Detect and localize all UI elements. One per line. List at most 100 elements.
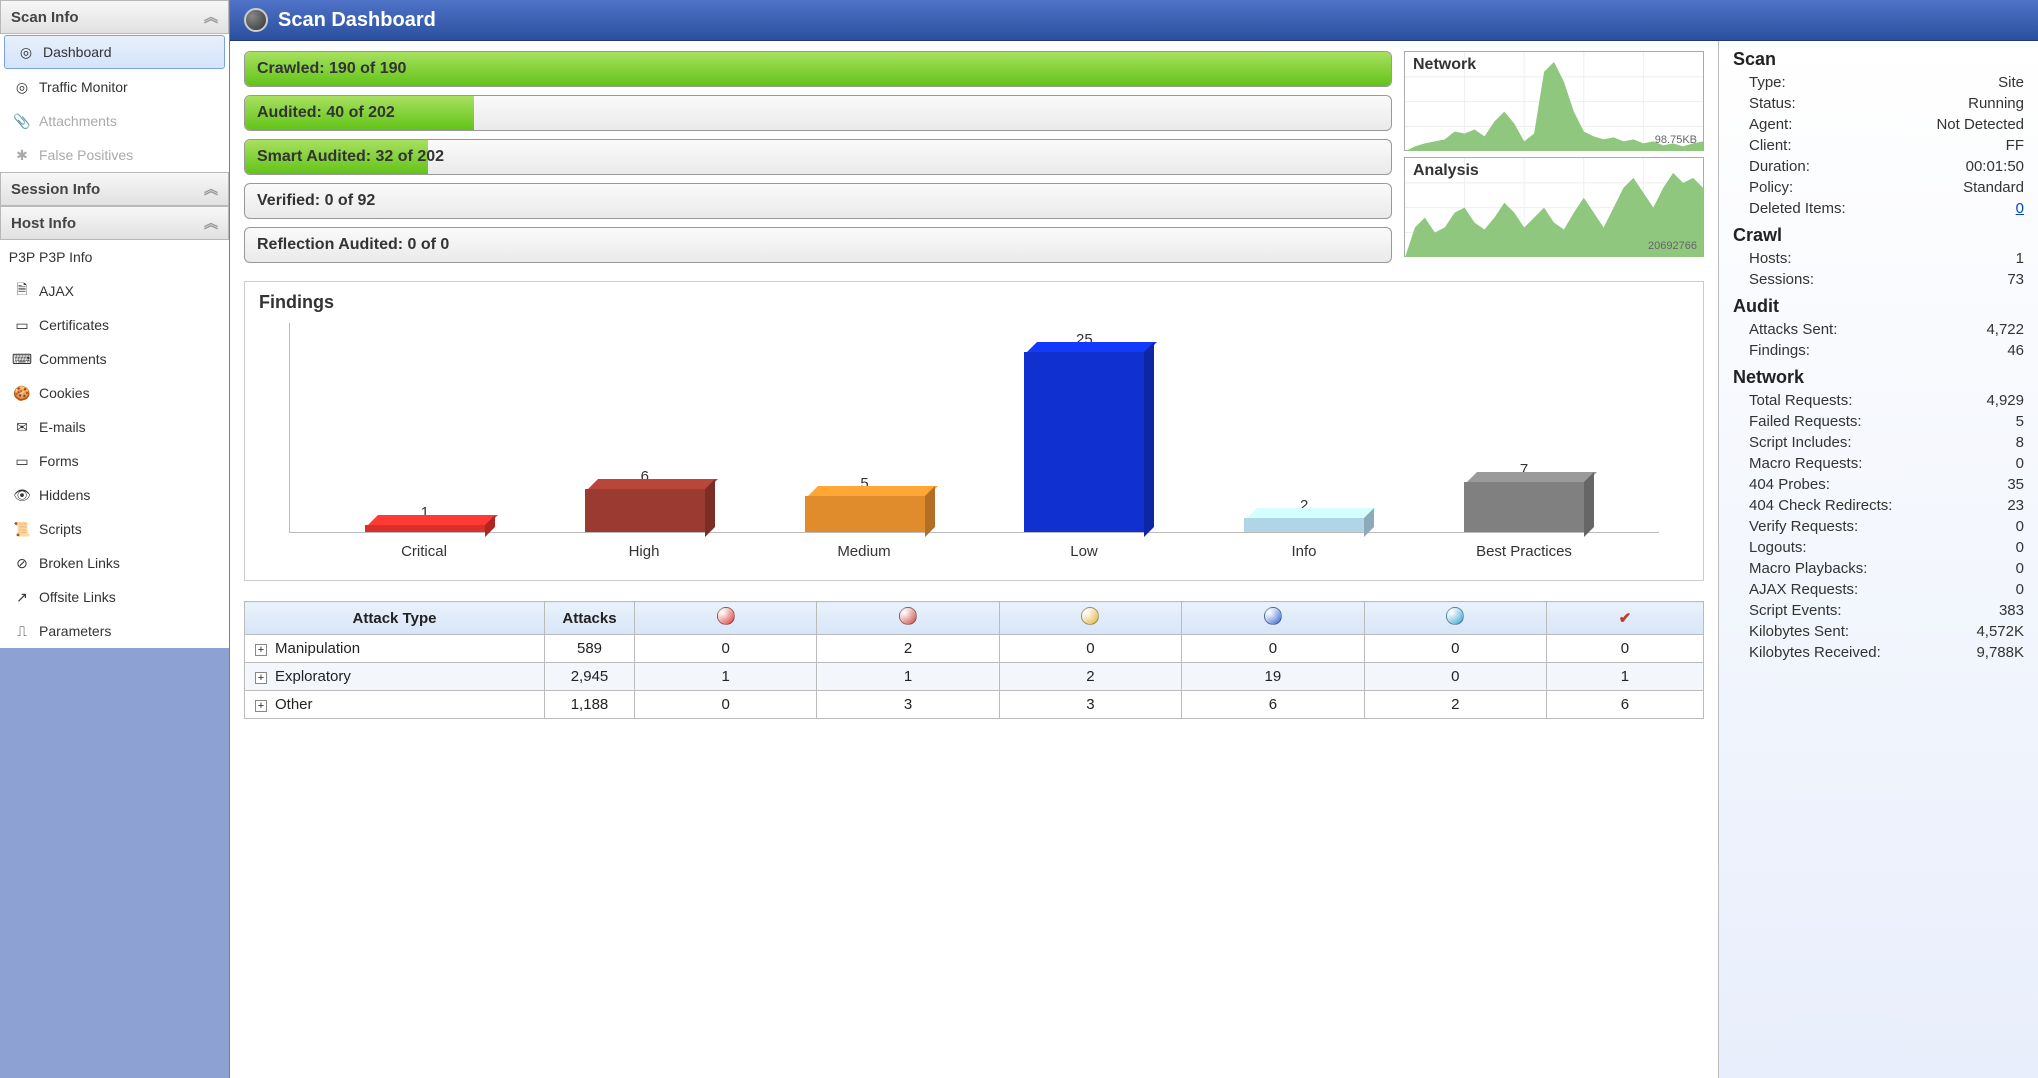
bar-low[interactable]: 25: [989, 331, 1179, 532]
table-row[interactable]: +Manipulation589020000: [245, 635, 1704, 663]
sidebar-item-label: False Positives: [39, 147, 133, 163]
dashboard-icon: [244, 8, 268, 32]
table-row[interactable]: +Other1,188033626: [245, 691, 1704, 719]
sidebar-item-label: Dashboard: [43, 44, 112, 60]
progress-label: Crawled: 190 of 190: [257, 60, 406, 78]
sidebar-item-label: Attachments: [39, 113, 117, 129]
sidebar-item-traffic-monitor-icon: ◎: [13, 78, 31, 96]
sidebar-item-label: Scripts: [39, 521, 82, 537]
findings-bar-chart: 1 6 5 25 2: [289, 323, 1659, 533]
sidebar-item-broken-links[interactable]: ⊘Broken Links: [0, 546, 229, 580]
info-row: Duration:00:01:50: [1733, 156, 2024, 177]
sidebar-item-ajax[interactable]: 🗎AJAX: [0, 274, 229, 308]
info-link[interactable]: 0: [2016, 200, 2024, 217]
progress-bar: Crawled: 190 of 190: [244, 51, 1392, 87]
sidebar-item-label: Parameters: [39, 623, 111, 639]
sidebar-item-emails[interactable]: ✉ E-mails: [0, 410, 229, 444]
table-header[interactable]: [817, 602, 999, 635]
sidebar-item-scripts-icon: 📜: [13, 520, 31, 538]
sidebar-item-p3p-info[interactable]: P3P P3P Info: [0, 240, 229, 274]
info-row: AJAX Requests:0: [1733, 579, 2024, 600]
progress-bar: Audited: 40 of 202: [244, 95, 1392, 131]
progress-bars: Crawled: 190 of 190 Audited: 40 of 202 Sma…: [244, 51, 1392, 263]
progress-bar: Smart Audited: 32 of 202: [244, 139, 1392, 175]
network-chart-value: 98.75KB: [1655, 134, 1697, 146]
sidebar-item-offsite-links[interactable]: ↗Offsite Links: [0, 580, 229, 614]
attack-table: Attack TypeAttacks ✔ +Manipulation5890200…: [244, 601, 1704, 719]
sidebar-item-certificates[interactable]: ▭Certificates: [0, 308, 229, 342]
sidebar-item-label: Traffic Monitor: [39, 79, 128, 95]
severity-icon: [1081, 607, 1099, 625]
sidebar-item-label: Comments: [39, 351, 107, 367]
table-header[interactable]: [635, 602, 817, 635]
info-row: Findings:46: [1733, 340, 2024, 361]
analysis-chart-title: Analysis: [1413, 162, 1479, 180]
table-header[interactable]: Attacks: [545, 602, 635, 635]
findings-panel: Findings 1 6 5 25 2: [244, 281, 1704, 581]
sidebar-item-label: Certificates: [39, 317, 109, 333]
table-row[interactable]: +Exploratory2,9451121901: [245, 663, 1704, 691]
table-header[interactable]: [1364, 602, 1546, 635]
severity-icon: [717, 607, 735, 625]
sidebar-item-label: E-mails: [39, 419, 86, 435]
expand-icon[interactable]: +: [255, 644, 267, 656]
bar-label: Best Practices: [1429, 543, 1619, 560]
sidebar-item-dashboard-icon: ◎: [17, 43, 35, 61]
sidebar-item-attachments[interactable]: 📎Attachments: [0, 104, 229, 138]
table-header[interactable]: Attack Type: [245, 602, 545, 635]
sidebar-item-ajax-icon: 🗎: [13, 282, 31, 300]
sidebar-item-emails-icon: ✉: [13, 418, 31, 436]
sidebar-item-comments[interactable]: ⌨ Comments: [0, 342, 229, 376]
info-row: Logouts:0: [1733, 537, 2024, 558]
sidebar-item-scripts[interactable]: 📜 Scripts: [0, 512, 229, 546]
bar-label: Info: [1209, 543, 1399, 560]
table-header[interactable]: [999, 602, 1181, 635]
table-header[interactable]: ✔: [1546, 602, 1703, 635]
bar-best-practices[interactable]: 7: [1429, 461, 1619, 532]
info-row: Kilobytes Received:9,788K: [1733, 642, 2024, 663]
chevron-up-icon: ︽: [204, 7, 218, 27]
expand-icon[interactable]: +: [255, 700, 267, 712]
flag-icon: ✔: [1619, 610, 1632, 627]
sidebar-item-label: P3P Info: [39, 249, 92, 265]
table-header[interactable]: [1182, 602, 1364, 635]
info-row: Type:Site: [1733, 72, 2024, 93]
network-chart: Network 98.75KB: [1404, 51, 1704, 151]
sidebar-item-hiddens[interactable]: 👁Hiddens: [0, 478, 229, 512]
sidebar-item-offsite-links-icon: ↗: [13, 588, 31, 606]
sidebar-section-header[interactable]: Scan Info︽: [0, 0, 229, 34]
bar-label: High: [549, 543, 739, 560]
info-row: Status:Running: [1733, 93, 2024, 114]
bar-label: Critical: [329, 543, 519, 560]
sidebar-item-forms[interactable]: ▭Forms: [0, 444, 229, 478]
sidebar-section-header[interactable]: Host Info︽: [0, 206, 229, 240]
sidebar-item-p3p-info-icon: P3P: [13, 248, 31, 266]
bar-critical[interactable]: 1: [330, 504, 520, 532]
info-panel: ScanType:SiteStatus:RunningAgent:Not Det…: [1718, 41, 2038, 1078]
sidebar-item-cookies-icon: 🍪: [13, 384, 31, 402]
info-row: 404 Probes:35: [1733, 474, 2024, 495]
info-row: Deleted Items:0: [1733, 198, 2024, 219]
expand-icon[interactable]: +: [255, 672, 267, 684]
titlebar: Scan Dashboard: [230, 0, 2038, 41]
bar-info[interactable]: 2: [1209, 497, 1399, 532]
sidebar-section-header[interactable]: Session Info︽: [0, 172, 229, 206]
sidebar-item-parameters-icon: ⎍: [13, 622, 31, 640]
sidebar-item-comments-icon: ⌨: [13, 350, 31, 368]
sidebar-item-parameters[interactable]: ⎍ Parameters: [0, 614, 229, 648]
info-row: 404 Check Redirects:23: [1733, 495, 2024, 516]
sidebar-item-false-positives-icon: ✱: [13, 146, 31, 164]
severity-icon: [899, 607, 917, 625]
sidebar-item-cookies[interactable]: 🍪Cookies: [0, 376, 229, 410]
bar-medium[interactable]: 5: [770, 475, 960, 532]
info-row: Sessions:73: [1733, 269, 2024, 290]
sidebar-item-false-positives[interactable]: ✱ False Positives: [0, 138, 229, 172]
info-row: Hosts:1: [1733, 248, 2024, 269]
bar-high[interactable]: 6: [550, 468, 740, 532]
sidebar-item-traffic-monitor[interactable]: ◎ Traffic Monitor: [0, 70, 229, 104]
sidebar-item-hiddens-icon: 👁: [13, 486, 31, 504]
info-section-header: Audit: [1733, 296, 2024, 317]
chevron-up-icon: ︽: [204, 179, 218, 199]
severity-icon: [1446, 607, 1464, 625]
sidebar-item-dashboard[interactable]: ◎ Dashboard: [4, 35, 225, 69]
